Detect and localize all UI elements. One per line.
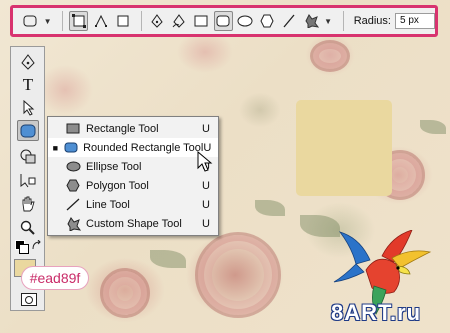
quick-mask-icon [25, 295, 33, 304]
type-tool[interactable]: T [17, 74, 39, 95]
shape-tool-flyout: Rectangle Tool U ■ Rounded Rectangle Too… [47, 116, 219, 236]
leaf-pattern [420, 120, 446, 134]
options-bar: ▼ ▼ Radius: 5 px [10, 5, 438, 37]
flyout-item-ellipse-tool[interactable]: Ellipse Tool U [48, 157, 218, 176]
custom-shape-icon [305, 14, 319, 28]
flyout-shortcut: U [202, 217, 210, 230]
color-hex-label: #ead89f [21, 266, 89, 290]
flyout-item-rounded-rectangle-tool[interactable]: ■ Rounded Rectangle Tool U [48, 138, 218, 157]
chevron-down-icon[interactable]: ▼ [323, 17, 332, 26]
leaf-pattern [150, 250, 186, 268]
shape-layers-button[interactable] [69, 11, 89, 31]
pen-icon [21, 53, 35, 70]
polygon-tool-button[interactable] [258, 11, 277, 31]
rounded-rectangle-icon [63, 141, 79, 155]
tool-preset-button[interactable] [21, 11, 40, 31]
rounded-rectangle-icon [20, 124, 36, 137]
divider [62, 11, 64, 31]
hand-tool[interactable] [17, 193, 39, 214]
rounded-rectangle-tool[interactable] [17, 120, 39, 141]
line-tool-button[interactable] [280, 11, 299, 31]
shape-layers-icon [71, 14, 86, 28]
line-icon [283, 14, 295, 28]
radius-label: Radius: [353, 15, 391, 27]
flyout-item-polygon-tool[interactable]: Polygon Tool U [48, 176, 218, 195]
rose-pattern [310, 40, 350, 72]
zoom-tool[interactable] [17, 217, 39, 238]
logo-text: 8ART.ru [331, 300, 422, 325]
path-select-icon [20, 173, 36, 187]
flyout-label: Rectangle Tool [86, 122, 159, 135]
divider [342, 11, 344, 31]
polygon-icon [64, 179, 82, 193]
rose-pattern [100, 268, 150, 318]
pen-tool[interactable] [17, 51, 39, 72]
rounded-rectangle-shape[interactable] [296, 100, 392, 196]
hand-icon [22, 196, 35, 211]
divider [141, 11, 142, 31]
flyout-label: Custom Shape Tool [86, 217, 182, 230]
paths-icon [94, 14, 107, 27]
flyout-shortcut: U [202, 198, 210, 211]
chevron-down-icon[interactable]: ▼ [43, 17, 52, 26]
rounded-rectangle-icon [216, 15, 230, 27]
shapes-overlap-icon [20, 149, 36, 163]
polygon-icon [260, 14, 274, 28]
rectangle-tool-button[interactable] [192, 11, 211, 31]
arrow-icon [23, 99, 35, 116]
type-icon: T [22, 74, 34, 94]
rectangle-icon [194, 15, 208, 27]
pen-icon [151, 14, 164, 28]
selected-bullet-icon: ■ [52, 142, 59, 153]
flyout-item-custom-shape-tool[interactable]: Custom Shape Tool U [48, 214, 218, 233]
flyout-label: Ellipse Tool [86, 160, 142, 173]
flyout-shortcut: U [202, 179, 210, 192]
zoom-icon [20, 220, 35, 235]
paths-button[interactable] [91, 11, 110, 31]
custom-shape-icon [64, 216, 82, 231]
swap-colors-icon[interactable] [31, 240, 42, 251]
flyout-shortcut: U [202, 122, 210, 135]
rectangle-icon [64, 122, 82, 136]
ellipse-icon [64, 160, 82, 174]
mouse-cursor-icon [197, 151, 213, 172]
direct-selection-tool[interactable] [17, 169, 39, 190]
freeform-pen-icon [172, 14, 185, 28]
quick-mask-button[interactable] [21, 293, 37, 306]
ellipse-tool-button[interactable] [236, 11, 255, 31]
rounded-rectangle-tool-button[interactable] [213, 11, 233, 31]
flyout-label: Line Tool [86, 198, 130, 211]
pen-tool-button[interactable] [148, 11, 167, 31]
flyout-label: Polygon Tool [86, 179, 149, 192]
fill-pixels-icon [117, 15, 129, 27]
ellipse-icon [237, 15, 253, 27]
custom-shape-tool-button[interactable] [301, 11, 320, 31]
clone-stamp-tool[interactable] [17, 145, 39, 166]
freeform-pen-button[interactable] [170, 11, 189, 31]
radius-input[interactable]: 5 px [394, 13, 436, 29]
path-selection-tool[interactable] [17, 97, 39, 118]
leaf-pattern [255, 200, 285, 216]
rounded-rectangle-icon [23, 15, 37, 27]
rose-pattern [195, 232, 281, 318]
flyout-item-rectangle-tool[interactable]: Rectangle Tool U [48, 119, 218, 138]
fill-pixels-button[interactable] [113, 11, 132, 31]
flyout-item-line-tool[interactable]: Line Tool U [48, 195, 218, 214]
line-icon [64, 198, 82, 212]
default-colors-icon[interactable] [19, 244, 29, 254]
flyout-label: Rounded Rectangle Tool [83, 141, 204, 154]
